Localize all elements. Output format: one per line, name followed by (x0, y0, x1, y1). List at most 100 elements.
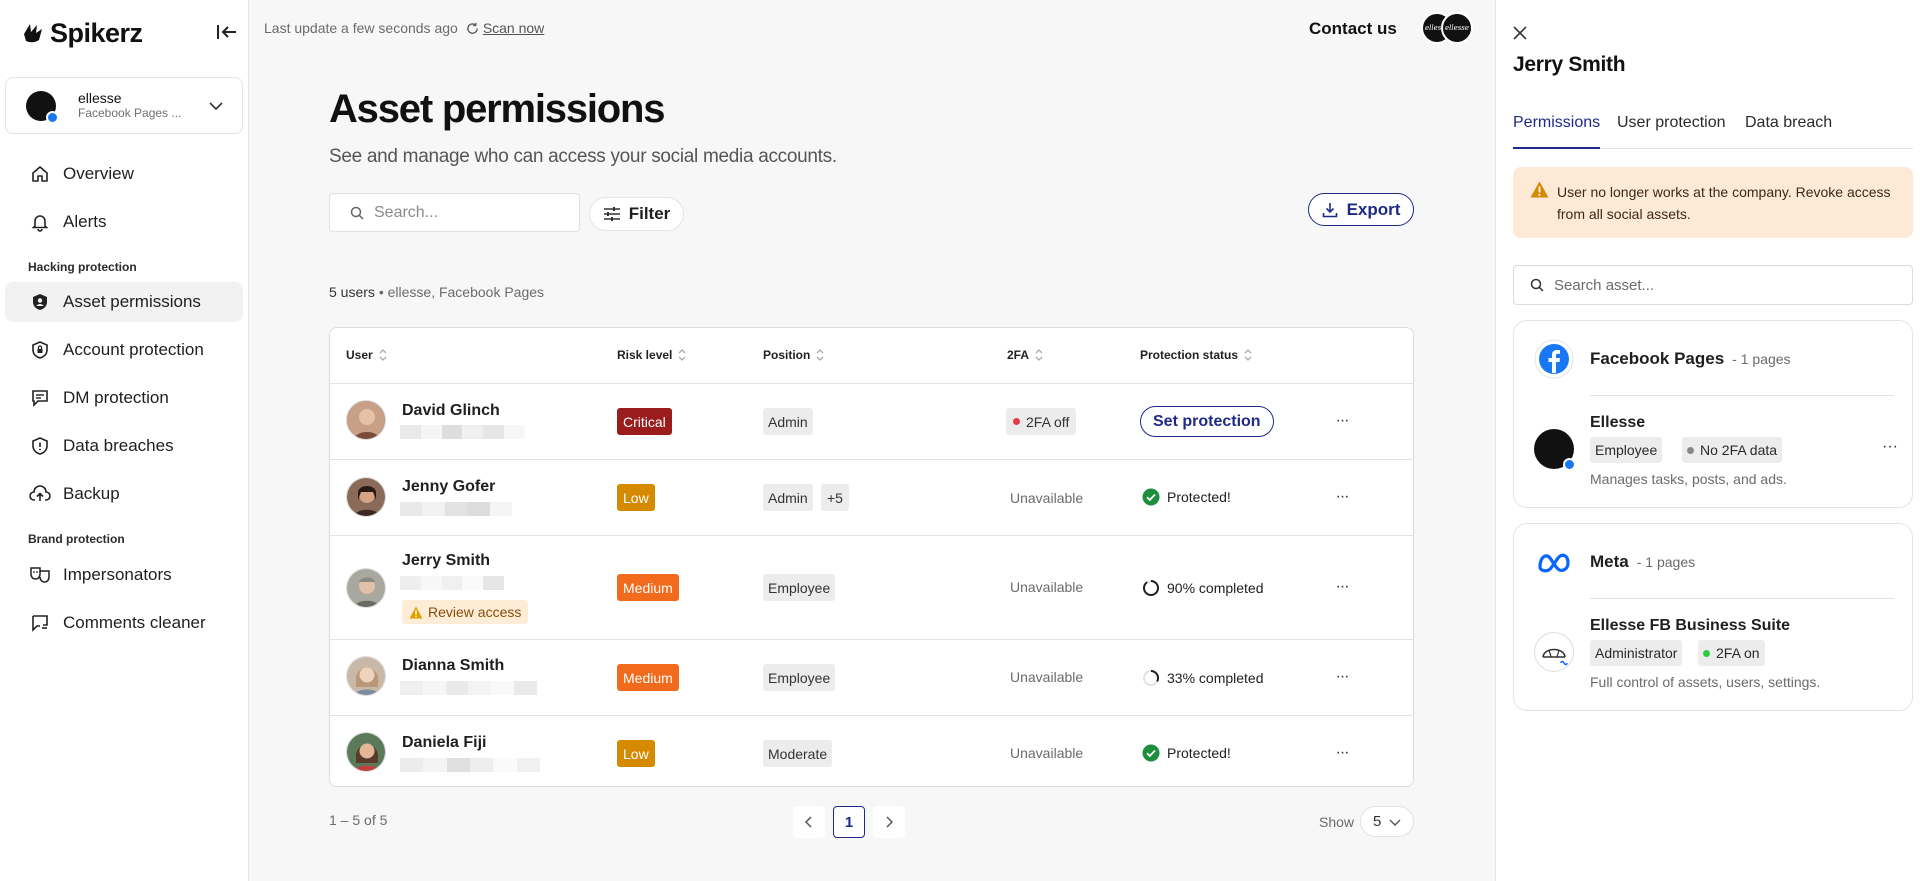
status-dot-icon (1687, 446, 1694, 454)
account-avatar (26, 90, 59, 124)
asset-group-count-value: 1 pages (1740, 351, 1791, 367)
sort-icon (1244, 349, 1252, 361)
2fa-unavailable: Unavailable (1010, 579, 1084, 595)
nav-dm-protection[interactable]: DM protection (5, 378, 243, 418)
more-options-icon[interactable]: ··· (1332, 487, 1352, 507)
user-name: Daniela Fiji (402, 734, 487, 751)
more-options-icon[interactable]: ··· (1332, 743, 1352, 763)
nav-data-breaches-label: Data breaches (63, 436, 174, 455)
user-detail-panel: Jerry Smith Permissions User protection … (1495, 0, 1920, 881)
scan-now-link[interactable]: Scan now (466, 20, 544, 36)
page-number-button[interactable]: 1 (833, 806, 865, 838)
brand-logo[interactable]: Spikerz (22, 14, 143, 52)
user-avatar-group[interactable]: ellesse ellesse (1421, 12, 1477, 44)
scan-now-label: Scan now (482, 20, 545, 36)
column-header-position[interactable]: Position (763, 348, 824, 362)
check-circle-icon (1142, 488, 1160, 506)
masks-icon (29, 564, 51, 586)
asset-group-title: Facebook Pages (1590, 349, 1725, 368)
2fa-chip-label: 2FA on (1716, 645, 1760, 661)
nav-alerts[interactable]: Alerts (5, 202, 243, 242)
protection-status-label: Protected! (1167, 489, 1231, 505)
page-size-select[interactable]: 5 (1360, 806, 1414, 837)
risk-badge: Critical (617, 408, 672, 435)
status-dot-icon (1703, 649, 1710, 657)
asset-search-input[interactable] (1554, 276, 1894, 294)
more-options-icon[interactable]: ··· (1880, 437, 1900, 457)
set-protection-button[interactable]: Set protection (1140, 406, 1274, 437)
sort-icon (678, 349, 686, 361)
nav-overview-label: Overview (63, 164, 134, 183)
protection-status-label: Protected! (1167, 745, 1231, 761)
table-row[interactable]: David Glinch Critical Admin 2FA off Set … (330, 383, 1413, 459)
header-2fa-label: 2FA (1007, 348, 1030, 362)
warning-icon (409, 606, 423, 618)
asset-search-field[interactable] (1513, 265, 1913, 305)
user-email-redacted (400, 681, 537, 695)
prev-page-button[interactable] (793, 806, 825, 838)
table-row[interactable]: Daniela Fiji Low Moderate Unavailable Pr… (330, 715, 1413, 786)
column-header-protection[interactable]: Protection status (1140, 348, 1252, 362)
tab-data-breach[interactable]: Data breach (1745, 114, 1832, 149)
nav-impersonators[interactable]: Impersonators (5, 555, 243, 595)
user-email-redacted (400, 758, 540, 772)
tab-permissions[interactable]: Permissions (1513, 114, 1601, 149)
header-risk-label: Risk level (617, 348, 673, 362)
more-options-icon[interactable]: ··· (1332, 577, 1352, 597)
header-position-label: Position (763, 348, 811, 362)
tab-user-protection[interactable]: User protection (1617, 114, 1726, 149)
column-header-2fa[interactable]: 2FA (1007, 348, 1043, 362)
position-badge: Admin (763, 408, 813, 435)
nav-overview[interactable]: Overview (5, 154, 243, 194)
shield-lock-icon (29, 339, 51, 361)
contact-us-link[interactable]: Contact us (1309, 19, 1397, 39)
users-context: ellesse, Facebook Pages (387, 284, 545, 300)
more-options-icon[interactable]: ··· (1332, 411, 1352, 431)
nav-asset-permissions[interactable]: Asset permissions (5, 282, 243, 322)
search-field[interactable] (329, 193, 580, 232)
avatar: ellesse (1441, 12, 1473, 44)
page-size-value: 5 (1373, 813, 1382, 830)
table-row[interactable]: Jerry Smith Review access Medium Employe… (330, 535, 1413, 639)
filter-button[interactable]: Filter (589, 197, 684, 231)
position-more-badge[interactable]: +5 (821, 484, 849, 511)
position-badge: Employee (763, 574, 836, 601)
meta-icon (1538, 553, 1570, 573)
nav-backup[interactable]: Backup (5, 474, 243, 514)
risk-badge: Low (617, 484, 655, 511)
user-name: David Glinch (402, 402, 500, 419)
nav-impersonators-label: Impersonators (63, 565, 172, 584)
close-icon[interactable] (1512, 25, 1530, 43)
table-row[interactable]: Dianna Smith Medium Employee Unavailable… (330, 639, 1413, 715)
column-header-user[interactable]: User (346, 348, 387, 362)
protection-status: Protected! (1142, 488, 1231, 506)
more-options-icon[interactable]: ··· (1332, 667, 1352, 687)
home-icon (29, 163, 51, 185)
account-switcher[interactable]: ellesse Facebook Pages ... (5, 77, 243, 134)
sort-icon (379, 349, 387, 361)
brand-name: Spikerz (50, 17, 143, 48)
nav-comments-cleaner[interactable]: Comments cleaner (5, 603, 243, 643)
user-email-redacted (400, 425, 525, 439)
position-badge: Admin (763, 484, 813, 511)
status-dot-icon (1013, 418, 1020, 425)
avatar (346, 732, 386, 772)
risk-badge: Medium (617, 664, 679, 691)
user-name: Jerry Smith (402, 552, 491, 569)
export-button[interactable]: Export (1308, 193, 1414, 226)
check-circle-icon (1142, 744, 1160, 762)
table-row[interactable]: Jenny Gofer Low Admin +5 Unavailable Pro… (330, 459, 1413, 535)
header-user-label: User (346, 348, 373, 362)
collapse-sidebar-icon[interactable] (215, 22, 241, 44)
column-header-risk[interactable]: Risk level (617, 348, 686, 362)
progress-ring-icon (1143, 580, 1159, 596)
search-input[interactable] (374, 203, 564, 222)
nav-data-breaches[interactable]: Data breaches (5, 426, 243, 466)
review-access-badge[interactable]: Review access (402, 600, 529, 624)
next-page-button[interactable] (873, 806, 905, 838)
position-badge: Employee (763, 664, 836, 691)
export-label: Export (1346, 199, 1401, 219)
nav-account-protection[interactable]: Account protection (5, 330, 243, 370)
nav-dm-protection-label: DM protection (63, 388, 169, 407)
nav-comments-cleaner-label: Comments cleaner (63, 613, 206, 632)
